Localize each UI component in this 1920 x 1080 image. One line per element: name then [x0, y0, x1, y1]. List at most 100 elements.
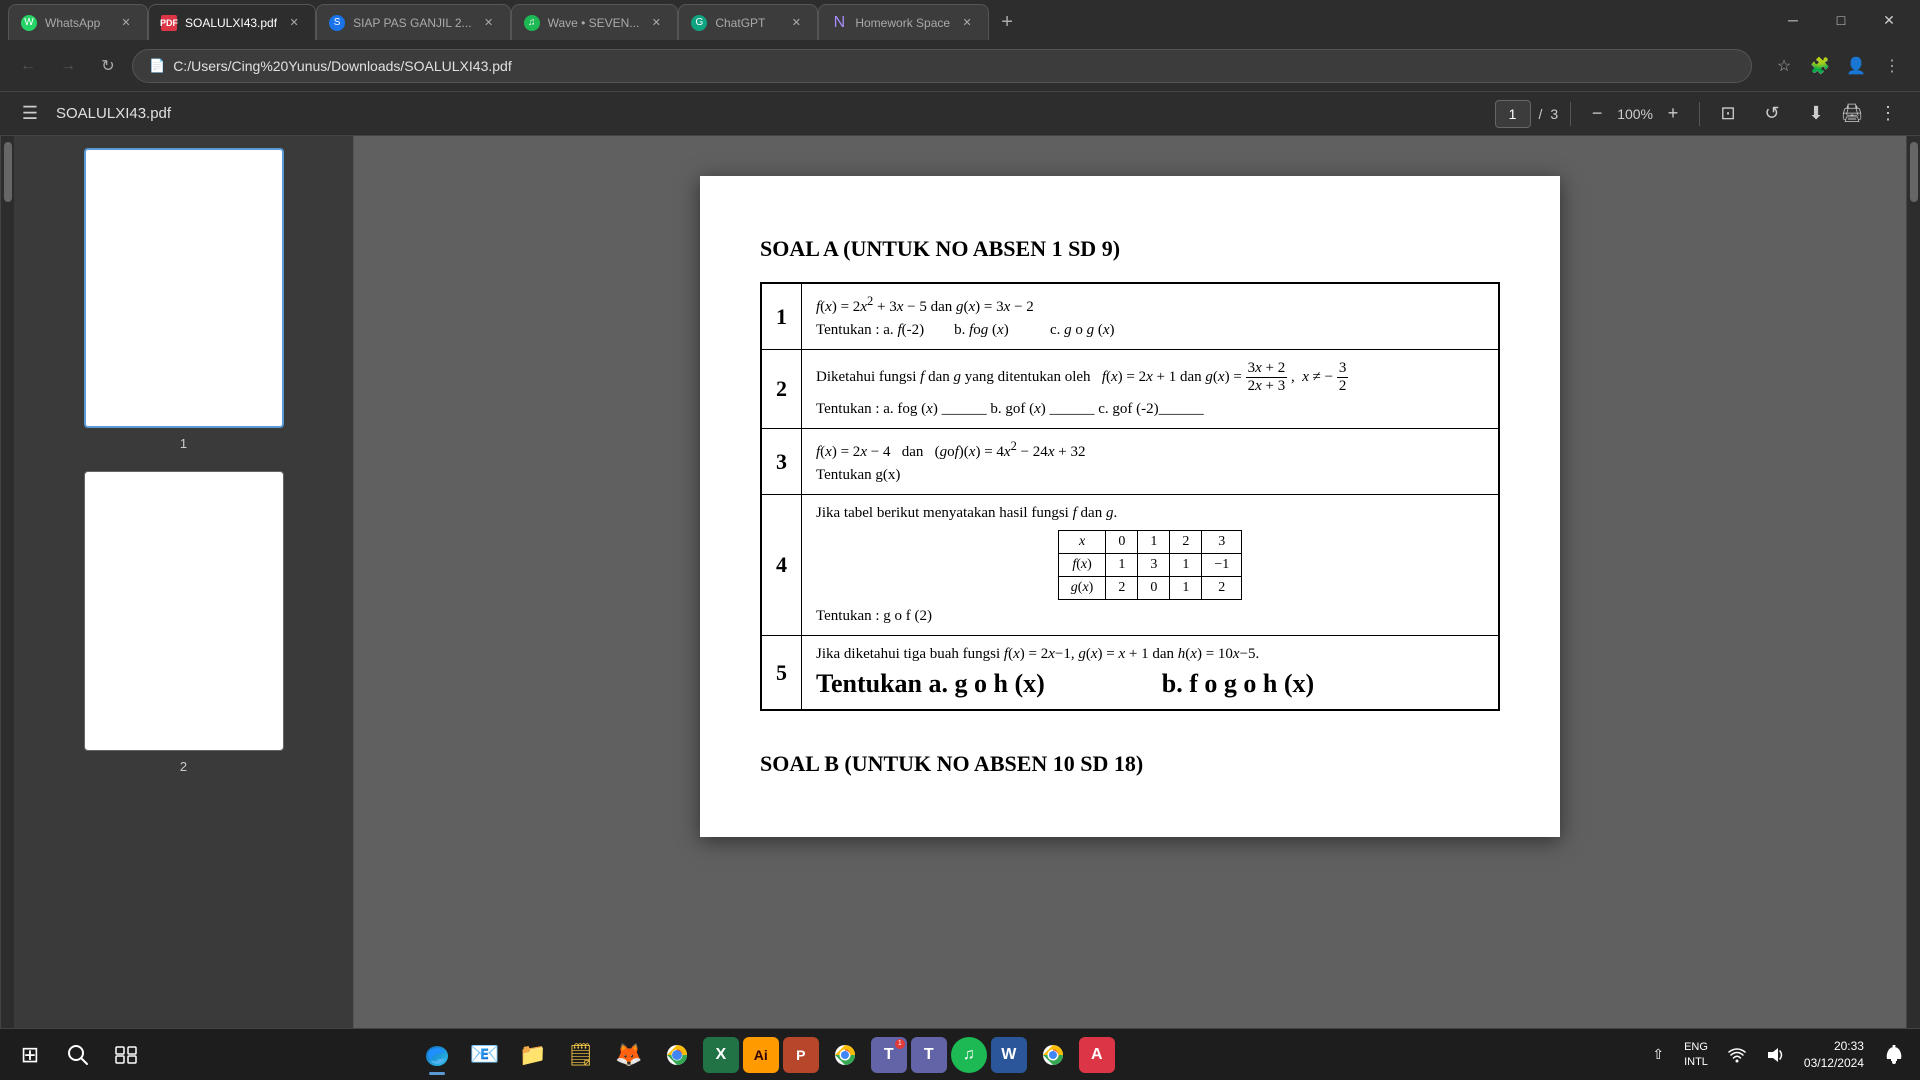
- download-button[interactable]: ⬇: [1800, 98, 1832, 130]
- new-tab-button[interactable]: +: [989, 4, 1025, 40]
- volume-icon: [1766, 1046, 1784, 1064]
- page-thumb-1[interactable]: [84, 148, 284, 428]
- wifi-button[interactable]: [1720, 1042, 1754, 1068]
- tab-wave[interactable]: ♫ Wave • SEVEN... ✕: [511, 4, 679, 40]
- table-gx-1: 0: [1138, 577, 1170, 600]
- forward-button[interactable]: →: [52, 50, 84, 82]
- search-button[interactable]: [56, 1033, 100, 1077]
- taskbar-app-illustrator[interactable]: Ai: [743, 1037, 779, 1073]
- taskbar-app-firefox[interactable]: 🦊: [607, 1033, 651, 1077]
- minimize-button[interactable]: ─: [1770, 2, 1816, 38]
- taskbar-app-chrome3[interactable]: [1031, 1033, 1075, 1077]
- profile-button[interactable]: 👤: [1840, 50, 1872, 82]
- taskview-button[interactable]: [104, 1033, 148, 1077]
- homework-favicon: N: [831, 15, 847, 31]
- sticky-icon: 🗒: [567, 1042, 595, 1068]
- taskbar-app-powerpoint[interactable]: P: [783, 1037, 819, 1073]
- taskbar-app-acrobat[interactable]: A: [1079, 1037, 1115, 1073]
- question-number-3: 3: [761, 429, 802, 495]
- table-gx-3: 2: [1202, 577, 1242, 600]
- system-tray: ⇧ ENGINTL 20:33 03/12/2024: [1644, 1033, 1912, 1077]
- question-number-1: 1: [761, 283, 802, 350]
- taskbar-app-chrome[interactable]: [655, 1033, 699, 1077]
- tab-homework[interactable]: N Homework Space ✕: [818, 4, 989, 40]
- close-button[interactable]: ✕: [1866, 2, 1912, 38]
- pdf-page: SOAL A (UNTUK NO ABSEN 1 SD 9) 1 f(x) = …: [700, 176, 1560, 837]
- chrome-icon: [664, 1042, 690, 1068]
- q3-math: f(x) = 2x − 4 dan (gof)(x) = 4x2 − 24x +…: [816, 439, 1484, 461]
- taskbar-app-excel[interactable]: X: [703, 1037, 739, 1073]
- page-thumb-1-inner: [90, 157, 276, 419]
- taskbar-app-edge[interactable]: [415, 1033, 459, 1077]
- page-total: 3: [1550, 106, 1558, 122]
- question-5-content: Jika diketahui tiga buah fungsi f(x) = 2…: [802, 636, 1500, 711]
- tab-pdf-close[interactable]: ✕: [285, 14, 303, 32]
- clock[interactable]: 20:33 03/12/2024: [1796, 1034, 1872, 1076]
- zoom-out-button[interactable]: −: [1583, 100, 1611, 128]
- table-row: 2 Diketahui fungsi f dan g yang ditentuk…: [761, 350, 1499, 429]
- taskbar-app-chrome2[interactable]: [823, 1033, 867, 1077]
- sidebar-scrollbar[interactable]: [0, 136, 14, 1028]
- table-header-1: 1: [1138, 531, 1170, 554]
- tab-whatsapp-close[interactable]: ✕: [117, 14, 135, 32]
- tab-siap[interactable]: S SIAP PAS GANJIL 2... ✕: [316, 4, 511, 40]
- bookmark-button[interactable]: ☆: [1768, 50, 1800, 82]
- taskbar-app-files[interactable]: 📁: [511, 1033, 555, 1077]
- question-1-content: f(x) = 2x2 + 3x − 5 dan g(x) = 3x − 2 Te…: [802, 283, 1500, 350]
- tab-wave-close[interactable]: ✕: [647, 14, 665, 32]
- notification-button[interactable]: [1876, 1033, 1912, 1077]
- reload-button[interactable]: ↻: [92, 50, 124, 82]
- q5-question: Tentukan a. g o h (x) b. f o g o h (x): [816, 669, 1484, 699]
- back-button[interactable]: ←: [12, 50, 44, 82]
- page-number-input[interactable]: [1495, 100, 1531, 128]
- chrome3-icon: [1040, 1042, 1066, 1068]
- extensions-button[interactable]: 🧩: [1804, 50, 1836, 82]
- spotify-icon: ♫: [963, 1046, 975, 1064]
- rotate-button[interactable]: ↺: [1756, 98, 1788, 130]
- fit-page-button[interactable]: ⊡: [1712, 98, 1744, 130]
- zoom-level: 100%: [1617, 106, 1653, 122]
- start-button[interactable]: ⊞: [8, 1033, 52, 1077]
- taskbar-app-outlook[interactable]: 📧: [463, 1033, 507, 1077]
- tab-chatgpt-title: ChatGPT: [715, 16, 779, 30]
- page-label-2: 2: [26, 759, 341, 774]
- volume-button[interactable]: [1758, 1042, 1792, 1068]
- table-row: 5 Jika diketahui tiga buah fungsi f(x) =…: [761, 636, 1499, 711]
- q1-math: f(x) = 2x2 + 3x − 5 dan g(x) = 3x − 2: [816, 294, 1484, 316]
- teams1-badge: 1: [895, 1039, 905, 1049]
- address-bar[interactable]: 📄 C:/Users/Cing%20Yunus/Downloads/SOALUL…: [132, 49, 1752, 83]
- pdf-menu-icon[interactable]: ☰: [16, 100, 44, 128]
- page-navigation: / 3: [1495, 100, 1559, 128]
- tab-whatsapp-title: WhatsApp: [45, 16, 109, 30]
- taskbar-app-word[interactable]: W: [991, 1037, 1027, 1073]
- tab-chatgpt[interactable]: G ChatGPT ✕: [678, 4, 818, 40]
- taskbar-app-teams2[interactable]: T: [911, 1037, 947, 1073]
- print-button[interactable]: 🖨: [1836, 98, 1868, 130]
- taskbar-app-teams1[interactable]: T 1: [871, 1037, 907, 1073]
- scrollbar-thumb: [4, 142, 12, 202]
- tab-homework-close[interactable]: ✕: [958, 14, 976, 32]
- tab-pdf[interactable]: PDF SOALULXI43.pdf ✕: [148, 4, 316, 40]
- sidebar-scroll-area[interactable]: 1 2: [14, 136, 353, 1028]
- pdf-scrollbar[interactable]: [1906, 136, 1920, 1028]
- more-options-button[interactable]: ⋮: [1872, 98, 1904, 130]
- question-number-4: 4: [761, 495, 802, 636]
- address-bar-row: ← → ↻ 📄 C:/Users/Cing%20Yunus/Downloads/…: [0, 40, 1920, 92]
- page-thumb-2[interactable]: [84, 471, 284, 751]
- tab-siap-close[interactable]: ✕: [480, 14, 498, 32]
- pdf-content-area[interactable]: SOAL A (UNTUK NO ABSEN 1 SD 9) 1 f(x) = …: [354, 136, 1906, 1028]
- tabs-container: W WhatsApp ✕ PDF SOALULXI43.pdf ✕ S SIAP…: [8, 0, 1766, 40]
- taskbar-app-spotify[interactable]: ♫: [951, 1037, 987, 1073]
- illustrator-icon: Ai: [754, 1047, 768, 1063]
- maximize-button[interactable]: □: [1818, 2, 1864, 38]
- page-label-1: 1: [26, 436, 341, 451]
- tab-whatsapp[interactable]: W WhatsApp ✕: [8, 4, 148, 40]
- chevron-up-button[interactable]: ⇧: [1644, 1042, 1672, 1067]
- language-button[interactable]: ENGINTL: [1676, 1036, 1716, 1073]
- question-number-2: 2: [761, 350, 802, 429]
- q1-question: Tentukan : a. f(-2) b. fog (x) c. g o g …: [816, 322, 1484, 339]
- taskbar-app-sticky[interactable]: 🗒: [559, 1033, 603, 1077]
- tab-chatgpt-close[interactable]: ✕: [787, 14, 805, 32]
- zoom-in-button[interactable]: +: [1659, 100, 1687, 128]
- menu-button[interactable]: ⋮: [1876, 50, 1908, 82]
